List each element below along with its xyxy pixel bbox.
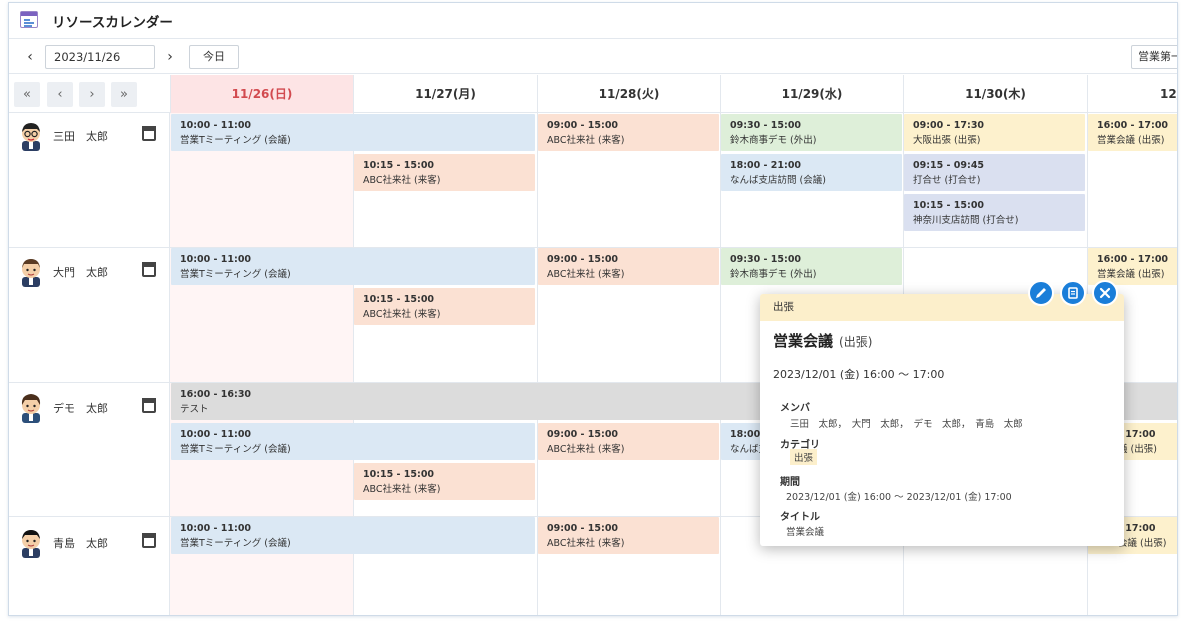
popup-datetime: 2023/12/01 (金) 16:00 ～ 17:00 [773, 368, 945, 381]
members-value: 三田 太郎， 大門 太郎， デモ 太郎， 青島 太郎 [790, 419, 1023, 430]
event-block[interactable]: 10:15 - 15:00 ABC社来社 (来客) [354, 154, 535, 191]
day-header[interactable]: 11/28(火) [537, 75, 720, 113]
event-block[interactable]: 09:00 - 15:00 ABC社来社 (来客) [538, 248, 719, 285]
event-block[interactable]: 09:30 - 15:00 鈴木商事デモ (外出) [721, 114, 902, 151]
category-badge: 出張 [790, 449, 818, 465]
event-block[interactable]: 10:00 - 11:00 営業Tミーティング (会議) [171, 423, 535, 460]
calendar-icon[interactable] [142, 398, 156, 413]
first-page-button[interactable]: « [14, 82, 40, 107]
member-row-header: デモ 太郎 [9, 393, 169, 423]
toolbar: ‹ › 今日 営業第一 [9, 40, 1177, 74]
date-input[interactable] [45, 45, 155, 69]
event-block[interactable]: 09:00 - 15:00 ABC社来社 (来客) [538, 423, 719, 460]
avatar-icon [22, 530, 40, 558]
member-name[interactable]: 三田 太郎 [53, 128, 108, 144]
title-value: 営業会議 [786, 527, 825, 538]
event-block[interactable]: 09:00 - 17:30 大阪出張 (出張) [904, 114, 1085, 151]
event-block[interactable]: 09:00 - 15:00 ABC社来社 (来客) [538, 517, 719, 554]
event-block[interactable]: 10:15 - 15:00 ABC社来社 (来客) [354, 463, 535, 500]
app-title: リソースカレンダー [52, 15, 173, 31]
today-button[interactable]: 今日 [189, 45, 239, 69]
event-block[interactable]: 09:00 - 15:00 ABC社来社 (来客) [538, 114, 719, 151]
event-detail-popup: 出張 営業会議 (出張) 2023/12/01 (金) 16:00 ～ 17:00… [760, 280, 1124, 546]
day-header[interactable]: 11/27(月) [353, 75, 537, 113]
last-page-button[interactable]: » [111, 82, 137, 107]
calendar-app-icon [20, 11, 38, 28]
members-label: メンバ [780, 403, 810, 414]
prev-date-button[interactable]: ‹ [19, 45, 41, 69]
member-name[interactable]: デモ 太郎 [53, 400, 108, 416]
calendar-icon[interactable] [142, 533, 156, 548]
event-block[interactable]: 10:00 - 11:00 営業Tミーティング (会議) [171, 114, 535, 151]
event-block[interactable]: 10:00 - 11:00 営業Tミーティング (会議) [171, 517, 535, 554]
day-header[interactable]: 11/30(木) [903, 75, 1087, 113]
avatar-icon [21, 394, 41, 423]
copy-icon[interactable] [1060, 280, 1086, 306]
close-icon[interactable] [1092, 280, 1118, 306]
prev-page-button[interactable]: ‹ [47, 82, 73, 107]
day-header[interactable]: 11/26(日) [170, 75, 353, 113]
title-label: タイトル [780, 512, 820, 523]
member-row-header: 三田 太郎 [9, 121, 169, 151]
period-label: 期間 [780, 477, 800, 488]
event-block[interactable]: 16:00 - 17:00 営業会議 (出張) [1088, 114, 1177, 151]
period-value: 2023/12/01 (金) 16:00 ～ 2023/12/01 (金) 17… [786, 492, 1012, 503]
avatar-icon [22, 123, 40, 151]
member-row-header: 大門 太郎 [9, 257, 169, 287]
event-block[interactable]: 10:15 - 15:00 ABC社来社 (来客) [354, 288, 535, 325]
day-header[interactable]: 11/29(水) [720, 75, 903, 113]
next-date-button[interactable]: › [159, 45, 181, 69]
date-header-row: « ‹ › » 11/26(日) 11/27(月) 11/28(火) 11/29… [9, 75, 1177, 113]
member-name[interactable]: 青島 太郎 [53, 535, 108, 551]
app-window: リソースカレンダー ‹ › 今日 営業第一 « ‹ › » 11/26(日) 1… [8, 2, 1178, 616]
popup-title: 営業会議 (出張) [773, 332, 873, 350]
day-header[interactable]: 12/1 [1087, 75, 1177, 113]
event-block[interactable]: 09:30 - 15:00 鈴木商事デモ (外出) [721, 248, 902, 285]
department-select[interactable]: 営業第一 [1131, 45, 1177, 69]
calendar-icon[interactable] [142, 262, 156, 277]
event-block[interactable]: 10:15 - 15:00 神奈川支店訪問 (打合せ) [904, 194, 1085, 231]
avatar-icon [22, 259, 40, 287]
title-bar: リソースカレンダー [9, 3, 1177, 39]
next-page-button[interactable]: › [79, 82, 105, 107]
calendar-icon[interactable] [142, 126, 156, 141]
event-block[interactable]: 09:15 - 09:45 打合せ (打合せ) [904, 154, 1085, 191]
member-name[interactable]: 大門 太郎 [53, 264, 108, 280]
member-row-header: 青島 太郎 [9, 528, 169, 558]
pencil-icon[interactable] [1028, 280, 1054, 306]
event-block[interactable]: 10:00 - 11:00 営業Tミーティング (会議) [171, 248, 535, 285]
event-block[interactable]: 18:00 - 21:00 なんば支店訪問 (会議) [721, 154, 902, 191]
